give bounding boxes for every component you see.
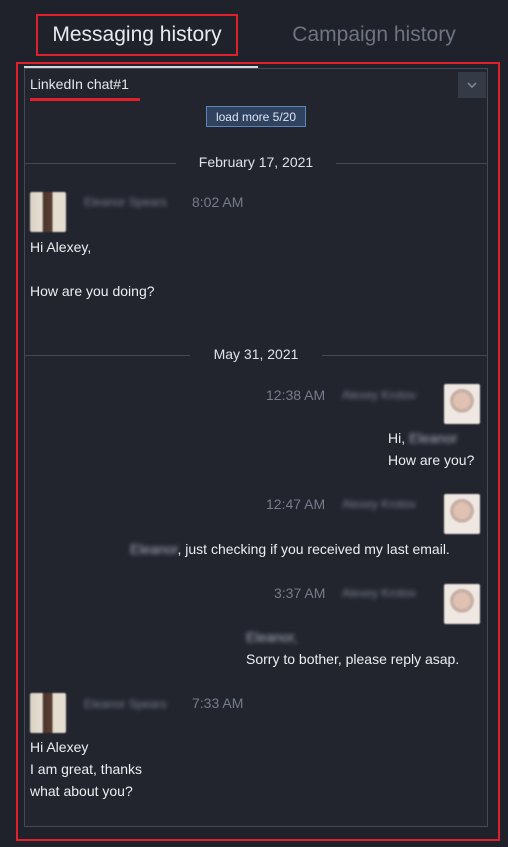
mention: Eleanor, <box>246 629 298 645</box>
sender-name: Eleanor Spears <box>84 697 167 711</box>
load-more-button[interactable]: load more 5/20 <box>206 106 306 127</box>
message-time: 8:02 AM <box>192 194 244 210</box>
message-time: 12:47 AM <box>266 496 326 512</box>
date-separator: February 17, 2021 <box>24 153 488 173</box>
message-time: 3:37 AM <box>274 585 326 601</box>
mention: Eleanor <box>130 541 178 557</box>
sender-name: Alexey Krotov <box>342 586 417 600</box>
message-body: , just checking if you received my last … <box>177 541 450 557</box>
message-time: 12:38 AM <box>266 387 326 403</box>
avatar <box>444 384 480 424</box>
tab-bar: Messaging history Campaign history <box>0 0 508 62</box>
chat-dropdown-button[interactable] <box>458 72 486 98</box>
sender-name: Alexey Krotov <box>342 388 417 402</box>
chat-selector-label[interactable]: LinkedIn chat#1 <box>30 76 129 92</box>
greeting-text: Hi, <box>388 430 406 446</box>
message-text: Sorry to bother, please reply asap. <box>246 651 460 667</box>
chevron-down-icon <box>467 82 477 88</box>
message-time: 7:33 AM <box>192 695 244 711</box>
mention: Eleanor <box>409 430 458 446</box>
message-text: Hi, Eleanor <box>388 427 457 449</box>
date-label: May 31, 2021 <box>213 346 299 362</box>
message-text: Hi Alexey, <box>30 239 92 255</box>
message-text: Eleanor, just checking if you received m… <box>130 538 450 560</box>
message-text: I am great, thanks <box>30 761 143 777</box>
message-text: How are you doing? <box>30 283 155 299</box>
sender-name: Alexey Krotov <box>342 497 417 511</box>
message-text: Hi Alexey <box>30 739 89 755</box>
date-separator: May 31, 2021 <box>24 345 488 365</box>
message-text: How are you? <box>388 452 475 468</box>
date-label: February 17, 2021 <box>198 154 314 170</box>
avatar <box>30 693 66 733</box>
tab-messaging-history[interactable]: Messaging history <box>36 14 238 56</box>
sender-name: Eleanor Spears <box>84 195 167 209</box>
chat-selector-highlight <box>30 98 140 101</box>
message-text: what about you? <box>30 783 133 799</box>
avatar <box>30 192 66 232</box>
tab-campaign-history[interactable]: Campaign history <box>270 14 478 56</box>
avatar <box>444 584 480 624</box>
avatar <box>444 494 480 534</box>
